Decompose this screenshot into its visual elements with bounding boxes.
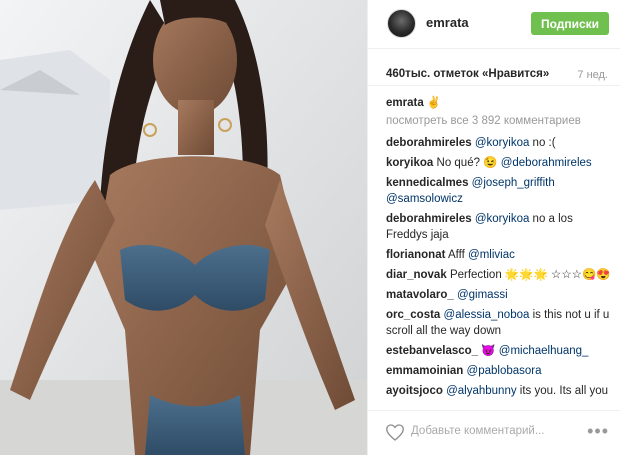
comment-text: @gimassi bbox=[457, 289, 508, 301]
comment-input[interactable]: Добавьте комментарий... bbox=[411, 425, 544, 437]
mention-link[interactable]: @alessia_noboa bbox=[444, 309, 530, 321]
list-item: deborahmireles @koryikoa no :( bbox=[386, 135, 611, 151]
comment-text: @alyahbunny its you. Its all you bbox=[446, 385, 608, 397]
caption-user[interactable]: emrata bbox=[386, 97, 424, 109]
caption: emrata ✌ bbox=[386, 95, 611, 111]
mention-link[interactable]: @deborahmireles bbox=[501, 157, 592, 169]
mention-link[interactable]: @mliviac bbox=[468, 249, 515, 261]
post-photo[interactable] bbox=[0, 0, 367, 455]
comment-text: 😈 @michaelhuang_ bbox=[481, 345, 589, 357]
post-time[interactable]: 7 нед. bbox=[577, 69, 608, 81]
comment-list[interactable]: emrata ✌ посмотреть все 3 892 комментари… bbox=[386, 95, 611, 407]
comment-text: Afff @mliviac bbox=[447, 249, 515, 261]
list-item: ayoitsjoco @alyahbunny its you. Its all … bbox=[386, 383, 611, 399]
list-item: kennedicalmes @joseph_griffith @samsolow… bbox=[386, 175, 611, 207]
comment-user[interactable]: diar_novak bbox=[386, 269, 447, 281]
heart-icon[interactable] bbox=[386, 424, 404, 441]
post-photo-art bbox=[0, 0, 367, 455]
comment-user[interactable]: orc_costa bbox=[386, 309, 440, 321]
comment-user[interactable]: ayoitsjoco bbox=[386, 385, 443, 397]
list-item: koryikoa No qué? 😉 @deborahmireles bbox=[386, 155, 611, 171]
avatar[interactable] bbox=[387, 9, 416, 38]
mention-link[interactable]: @alyahbunny bbox=[446, 385, 517, 397]
mention-link[interactable]: @koryikoa bbox=[475, 137, 530, 149]
likes-row: 460тыс. отметок «Нравится» 7 нед. bbox=[368, 60, 620, 86]
comment-text: Perfection 🌟🌟🌟 ☆☆☆😋😍 bbox=[449, 269, 611, 281]
comments-panel: emrata Подписки 460тыс. отметок «Нравитс… bbox=[367, 0, 620, 455]
mention-link[interactable]: @joseph_griffith bbox=[472, 177, 555, 189]
comment-user[interactable]: emmamoinian bbox=[386, 365, 463, 377]
mention-link[interactable]: @pablobasora bbox=[467, 365, 542, 377]
comment-text: @koryikoa no :( bbox=[474, 137, 556, 149]
follow-button[interactable]: Подписки bbox=[531, 12, 609, 35]
post-header: emrata Подписки bbox=[368, 0, 620, 49]
list-item: emmamoinian @pablobasora bbox=[386, 363, 611, 379]
comment-user[interactable]: deborahmireles bbox=[386, 213, 472, 225]
list-item: diar_novak Perfection 🌟🌟🌟 ☆☆☆😋😍 bbox=[386, 267, 611, 283]
list-item: matavolaro_ @gimassi bbox=[386, 287, 611, 303]
mention-link[interactable]: @samsolowicz bbox=[386, 193, 463, 205]
comment-footer: Добавьте комментарий... ••• bbox=[368, 410, 620, 455]
more-icon[interactable]: ••• bbox=[587, 421, 609, 442]
comment-text: @pablobasora bbox=[467, 365, 542, 377]
username[interactable]: emrata bbox=[426, 15, 469, 30]
mention-link[interactable]: @gimassi bbox=[457, 289, 508, 301]
view-all-comments-link[interactable]: посмотреть все 3 892 комментариев bbox=[386, 113, 611, 129]
comment-user[interactable]: florianonat bbox=[386, 249, 445, 261]
mention-link[interactable]: @koryikoa bbox=[475, 213, 530, 225]
comment-user[interactable]: koryikoa bbox=[386, 157, 433, 169]
mention-link[interactable]: @michaelhuang_ bbox=[499, 345, 589, 357]
comment-user[interactable]: kennedicalmes bbox=[386, 177, 468, 189]
comment-text: No qué? 😉 @deborahmireles bbox=[436, 157, 592, 169]
list-item: deborahmireles @koryikoa no a los Freddy… bbox=[386, 211, 611, 243]
list-item: orc_costa @alessia_noboa is this not u i… bbox=[386, 307, 611, 339]
comment-user[interactable]: matavolaro_ bbox=[386, 289, 454, 301]
comment-user[interactable]: deborahmireles bbox=[386, 137, 472, 149]
list-item: estebanvelasco_ 😈 @michaelhuang_ bbox=[386, 343, 611, 359]
caption-text: ✌ bbox=[426, 97, 442, 109]
likes-count[interactable]: 460тыс. отметок «Нравится» bbox=[386, 68, 549, 80]
comment-user[interactable]: estebanvelasco_ bbox=[386, 345, 478, 357]
list-item: florianonat Afff @mliviac bbox=[386, 247, 611, 263]
